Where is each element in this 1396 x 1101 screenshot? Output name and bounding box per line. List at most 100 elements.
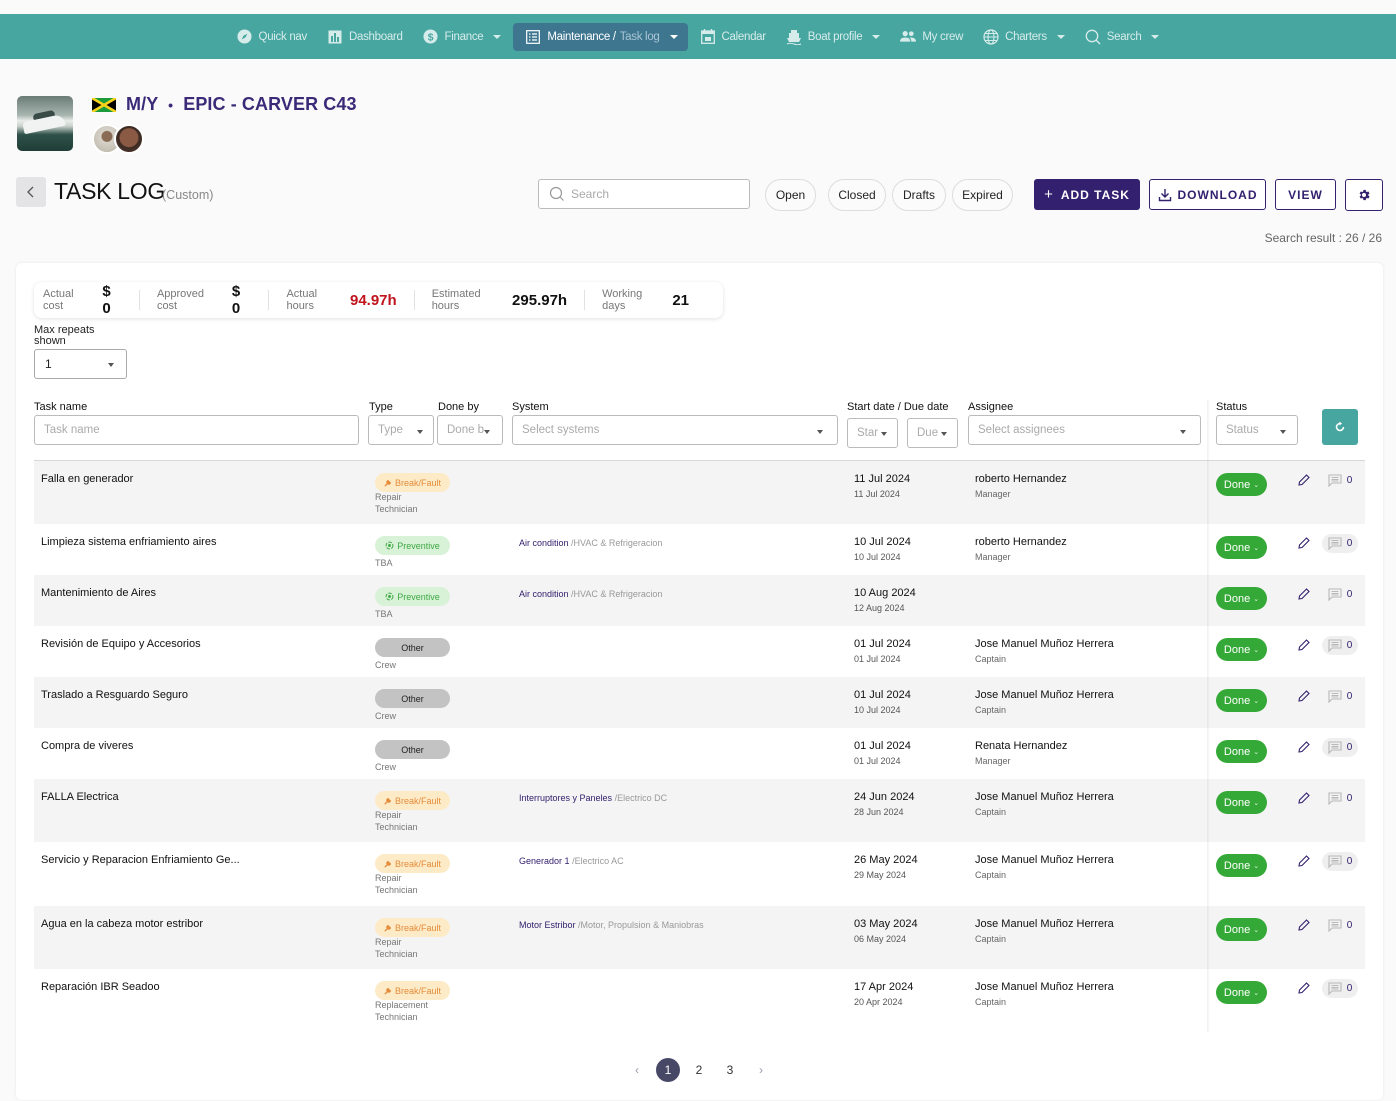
nav-item-search[interactable]: Search [1077,23,1168,51]
edit-pencil-icon[interactable] [1297,473,1311,487]
table-row[interactable]: Mantenimiento de Aires Preventive TBA Air c… [34,575,1365,626]
status-dropdown[interactable]: Done ⌄ [1216,791,1267,814]
done-by-select[interactable]: Done b [437,415,503,445]
table-row[interactable]: Compra de viveres Other Crew 01 Jul 2024 01 … [34,728,1365,779]
status-dropdown[interactable]: Done ⌄ [1216,638,1267,661]
table-row[interactable]: Limpieza sistema enfriamiento aires Preve… [34,524,1365,575]
status-label: Done [1223,796,1251,809]
status-dropdown[interactable]: Done ⌄ [1216,740,1267,763]
refresh-button[interactable] [1322,409,1358,445]
comments-button[interactable]: 0 [1322,534,1358,553]
system-select[interactable]: Select systems [512,415,838,445]
done-by-role: Technician [375,885,418,895]
status-dropdown[interactable]: Done ⌄ [1216,689,1267,712]
edit-pencil-icon[interactable] [1297,536,1311,550]
nav-item-charters[interactable]: Charters [975,23,1073,51]
comments-button[interactable]: 0 [1322,636,1358,655]
nav-item-maintenance[interactable]: Maintenance / Task log [513,22,688,51]
nav-item-boat-profile[interactable]: Boat profile [778,23,889,51]
edit-pencil-icon[interactable] [1297,981,1311,995]
pagination-page-1[interactable]: 1 [656,1058,680,1082]
boat-photo[interactable] [17,96,73,151]
table-row[interactable]: Servicio y Reparacion Enfriamiento Ge...… [34,842,1365,906]
type-select[interactable]: Type [368,415,434,445]
task-name[interactable]: Reparación IBR Seadoo [41,981,160,993]
wrench-icon [384,987,392,995]
search-input[interactable] [569,186,739,202]
system-name: Generador 1 [519,856,570,866]
table-row[interactable]: Revisión de Equipo y Accesorios Other Crew… [34,626,1365,677]
filter-open-button[interactable]: Open [765,179,816,211]
filter-drafts-button[interactable]: Drafts [892,179,946,211]
nav-item-finance[interactable]: $ Finance [415,23,510,51]
table-row[interactable]: Agua en la cabeza motor estribor Break/Fa… [34,906,1365,969]
task-name[interactable]: Agua en la cabeza motor estribor [41,918,203,930]
pagination-prev-icon[interactable]: ‹ [625,1058,649,1082]
caret-down-icon[interactable] [493,34,502,39]
edit-pencil-icon[interactable] [1297,587,1311,601]
nav-item-my-crew[interactable]: My crew [892,23,971,51]
comments-button[interactable]: 0 [1322,738,1358,757]
edit-pencil-icon[interactable] [1297,638,1311,652]
task-name[interactable]: Mantenimiento de Aires [41,587,156,599]
pagination-page-3[interactable]: 3 [718,1058,742,1082]
comments-button[interactable]: 0 [1322,852,1358,871]
download-button[interactable]: DOWNLOAD [1149,179,1266,210]
edit-pencil-icon[interactable] [1297,689,1311,703]
status-dropdown[interactable]: Done ⌄ [1216,587,1267,610]
assignee-select[interactable]: Select assignees [968,415,1201,445]
nav-item-dashboard[interactable]: Dashboard [319,23,411,51]
system-group: /Electrico DC [614,793,668,803]
caret-down-icon[interactable] [1056,34,1065,39]
status-dropdown[interactable]: Done ⌄ [1216,473,1267,496]
pagination-page-2[interactable]: 2 [687,1058,711,1082]
task-name[interactable]: Compra de viveres [41,740,133,752]
status-dropdown[interactable]: Done ⌄ [1216,981,1267,1004]
table-row[interactable]: FALLA Electrica Break/Fault Repair Technici… [34,779,1365,842]
table-row[interactable]: Falla en generador Break/Fault Repair Techn… [34,461,1365,524]
comments-button[interactable]: 0 [1322,585,1358,604]
status-dropdown[interactable]: Done ⌄ [1216,536,1267,559]
comments-button[interactable]: 0 [1322,789,1358,808]
task-name[interactable]: Falla en generador [41,473,133,485]
edit-pencil-icon[interactable] [1297,854,1311,868]
status-dropdown[interactable]: Done ⌄ [1216,918,1267,941]
filter-expired-button[interactable]: Expired [952,179,1013,211]
status-select[interactable]: Status [1216,415,1298,445]
task-name[interactable]: Traslado a Resguardo Seguro [41,689,188,701]
table-row[interactable]: Reparación IBR Seadoo Break/Fault Replacem… [34,969,1365,1032]
max-repeats-select[interactable]: 1 [34,349,127,379]
pagination-next-icon[interactable]: › [749,1058,773,1082]
back-button[interactable] [16,177,46,207]
assignee-role: Captain [975,654,1007,664]
task-name[interactable]: Revisión de Equipo y Accesorios [41,638,201,650]
task-name[interactable]: Limpieza sistema enfriamiento aires [41,536,216,548]
due-date-select[interactable]: Due [907,418,958,448]
status-dropdown[interactable]: Done ⌄ [1216,854,1267,877]
edit-pencil-icon[interactable] [1297,791,1311,805]
comments-button[interactable]: 0 [1322,979,1358,998]
assignee-name: Renata Hernandez [975,740,1068,752]
comments-button[interactable]: 0 [1322,687,1358,706]
table-row[interactable]: Traslado a Resguardo Seguro Other Crew 01 J… [34,677,1365,728]
nav-item-calendar[interactable]: Calendar [692,23,774,51]
task-name-input[interactable]: Task name [34,415,359,445]
search-field[interactable] [538,179,750,209]
caret-down-icon[interactable] [1151,34,1160,39]
settings-button[interactable] [1345,179,1383,211]
start-date-select[interactable]: Star [847,418,898,448]
edit-pencil-icon[interactable] [1297,740,1311,754]
avatar[interactable] [114,124,144,154]
caret-down-icon[interactable] [872,34,881,39]
task-name[interactable]: Servicio y Reparacion Enfriamiento Ge... [41,854,240,866]
status-label: Done [1223,478,1251,491]
caret-down-icon[interactable] [669,34,678,39]
filter-closed-button[interactable]: Closed [828,179,886,211]
task-name[interactable]: FALLA Electrica [41,791,119,803]
comments-button[interactable]: 0 [1322,471,1358,490]
nav-item-quick-nav[interactable]: Quick nav [229,23,315,51]
add-task-button[interactable]: + ADD TASK [1034,179,1140,210]
edit-pencil-icon[interactable] [1297,918,1311,932]
comments-button[interactable]: 0 [1322,916,1358,935]
view-button[interactable]: VIEW [1275,179,1336,210]
